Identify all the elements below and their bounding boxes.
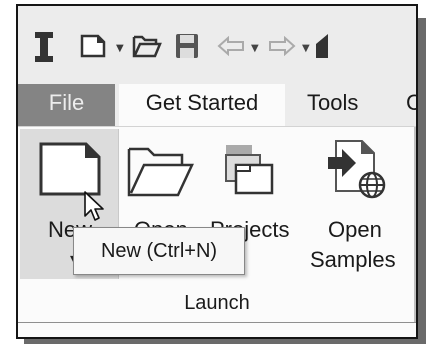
- redo-icon[interactable]: [268, 36, 296, 56]
- open-folder-icon: [126, 143, 196, 203]
- ribbon-divider: [414, 127, 416, 323]
- redo-dropdown-arrow-icon[interactable]: ▼: [302, 44, 310, 54]
- open-samples-label-line1: Open: [328, 217, 382, 242]
- application-window: ▼ ▼ ▼ File Get Started Tools New Project…: [16, 4, 418, 339]
- new-document-icon[interactable]: [80, 34, 106, 58]
- undo-dropdown-arrow-icon[interactable]: ▼: [251, 44, 259, 54]
- new-tooltip: New (Ctrl+N): [73, 227, 245, 275]
- tab-tools[interactable]: Tools: [307, 84, 358, 126]
- save-icon[interactable]: [175, 33, 199, 59]
- quick-access-toolbar: ▼ ▼ ▼: [18, 6, 416, 82]
- tab-partial[interactable]: C: [406, 84, 416, 126]
- undo-icon[interactable]: [217, 36, 245, 56]
- open-folder-icon[interactable]: [132, 34, 162, 58]
- new-dropdown-arrow-icon[interactable]: ▼: [116, 44, 124, 54]
- projects-icon: [222, 141, 282, 205]
- launch-group-label: Launch: [184, 292, 250, 314]
- open-samples-button[interactable]: Open Samples: [306, 129, 408, 279]
- bottom-strip: [18, 322, 416, 337]
- tab-get-started[interactable]: Get Started: [119, 84, 285, 126]
- open-samples-icon: [328, 139, 390, 205]
- home-icon[interactable]: [316, 32, 328, 60]
- tab-file[interactable]: File: [18, 84, 115, 126]
- ribbon-panel: New ▼ Open Projects: [18, 126, 416, 323]
- app-logo-icon[interactable]: [34, 32, 54, 62]
- mouse-cursor-icon: [83, 190, 105, 228]
- menu-tabs: File Get Started Tools C: [18, 84, 416, 126]
- open-samples-label-line2: Samples: [310, 247, 396, 272]
